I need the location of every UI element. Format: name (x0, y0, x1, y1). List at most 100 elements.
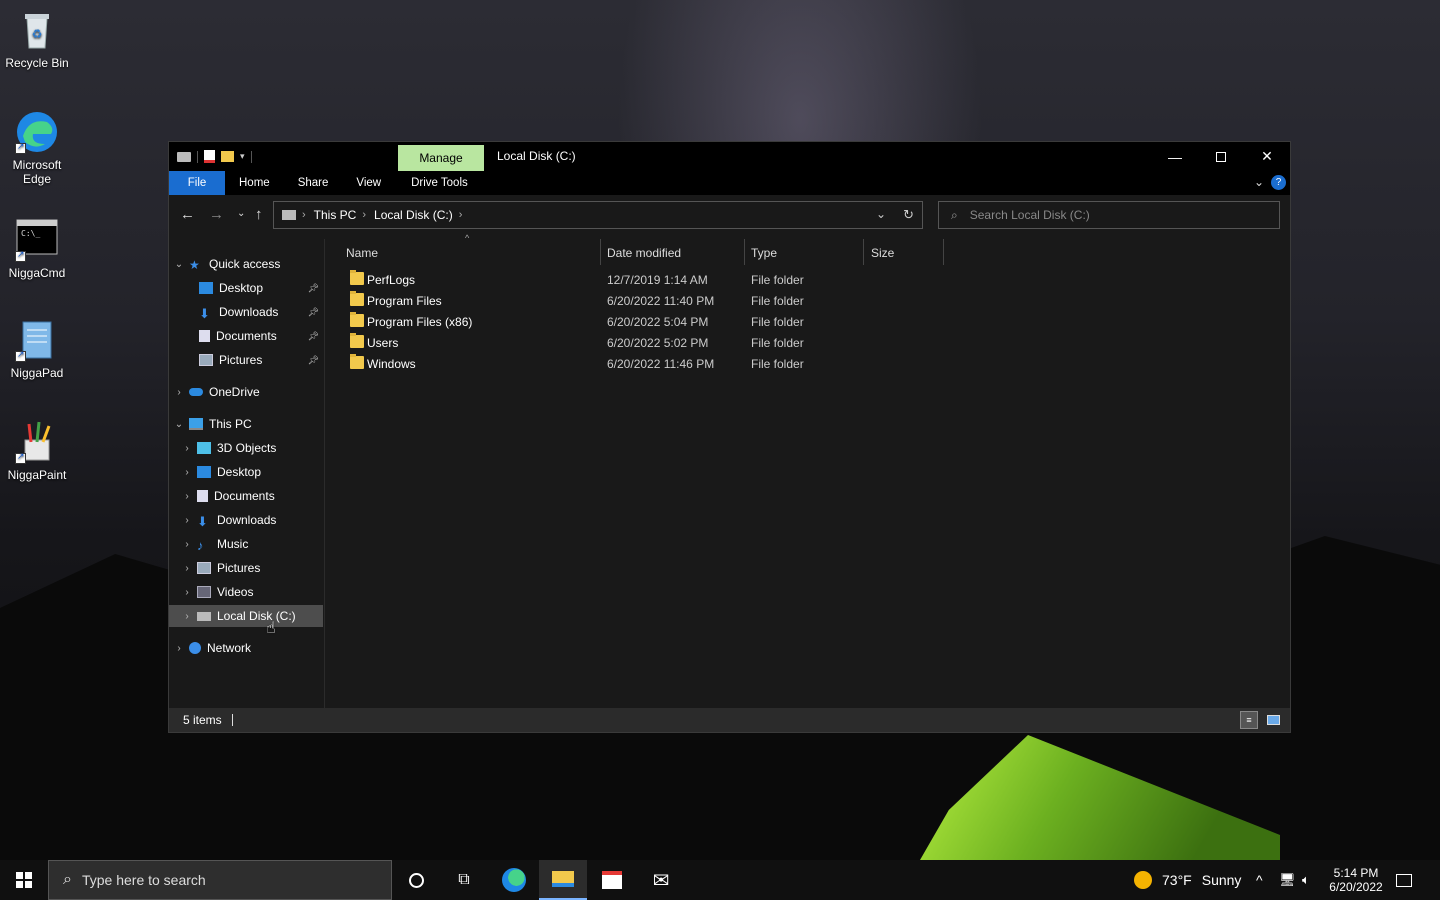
recent-locations-button[interactable]: ⌄ (237, 208, 245, 219)
nav-label: Desktop (219, 281, 264, 295)
breadcrumb-local-disk[interactable]: Local Disk (C:) (374, 208, 453, 222)
refresh-icon[interactable]: ↻ (903, 207, 914, 223)
expand-ribbon-icon[interactable]: ⌄ (1254, 175, 1264, 189)
taskbar-edge[interactable] (490, 860, 538, 900)
chevron-down-icon[interactable]: ⌄ (173, 259, 185, 270)
ribbon-tabs: File Home Share View Drive Tools ⌄ ? (169, 171, 1290, 195)
chevron-right-icon[interactable]: › (173, 387, 185, 398)
up-button[interactable]: ↑ (255, 206, 263, 223)
chevron-right-icon[interactable]: › (181, 467, 193, 478)
back-button[interactable]: ← (180, 206, 195, 223)
nav-pc-music[interactable]: › ♪ Music (169, 533, 323, 555)
taskbar-store[interactable] (588, 860, 636, 900)
maximize-button[interactable] (1198, 142, 1244, 171)
desktop-icon-recycle-bin[interactable]: ♻ Recycle Bin (0, 8, 74, 70)
file-list: ^ Name Date modified Type Size PerfLogs … (329, 233, 1290, 709)
customize-toolbar-icon[interactable]: ▾ (240, 151, 245, 162)
desktop-icon-niggacmd[interactable]: C:\_ NiggaCmd (0, 218, 74, 280)
nav-quick-documents[interactable]: Documents 📌︎ (169, 325, 323, 347)
title-bar[interactable]: ▾ Manage Local Disk (C:) — ✕ (169, 142, 1290, 171)
desktop-icon-niggapad[interactable]: NiggaPad (0, 318, 74, 380)
pin-icon[interactable]: 📌︎ (308, 355, 319, 366)
properties-icon[interactable] (204, 150, 215, 163)
tab-home[interactable]: Home (225, 171, 284, 195)
tab-view[interactable]: View (342, 171, 395, 195)
new-folder-icon[interactable] (221, 151, 234, 162)
weather-widget[interactable]: 73°F Sunny (1134, 860, 1241, 900)
large-icons-view-button[interactable] (1264, 711, 1282, 729)
pin-icon[interactable]: 📌︎ (308, 283, 319, 294)
nav-this-pc[interactable]: ⌄ This PC (169, 413, 323, 435)
chevron-right-icon[interactable]: › (181, 443, 193, 454)
address-dropdown-icon[interactable]: ⌄ (876, 207, 886, 221)
volume-button[interactable]: 🔈︎ (1302, 860, 1310, 900)
column-divider[interactable] (744, 239, 745, 265)
breadcrumb-this-pc[interactable]: This PC (314, 208, 357, 222)
file-type: File folder (751, 294, 804, 308)
manage-context-tab[interactable]: Manage (398, 145, 484, 171)
nav-onedrive[interactable]: › OneDrive (169, 381, 323, 403)
chevron-right-icon[interactable]: › (173, 643, 185, 654)
taskbar-mail[interactable]: ✉ (637, 860, 685, 900)
nav-pc-3d-objects[interactable]: › 3D Objects (169, 437, 323, 459)
task-view-button[interactable]: ⧉ (440, 860, 488, 900)
taskbar-search-input[interactable]: ⌕ Type here to search (48, 860, 392, 900)
column-header-name[interactable]: Name (346, 241, 378, 265)
nav-pc-documents[interactable]: › Documents (169, 485, 323, 507)
column-divider[interactable] (600, 239, 601, 265)
start-button[interactable] (0, 860, 48, 900)
help-icon[interactable]: ? (1271, 175, 1286, 190)
document-icon (197, 490, 208, 502)
cortana-button[interactable] (392, 860, 440, 900)
nav-pc-desktop[interactable]: › Desktop (169, 461, 323, 483)
pin-icon[interactable]: 📌︎ (308, 307, 319, 318)
file-row[interactable]: Windows 6/20/2022 11:46 PM File folder (329, 353, 829, 374)
action-center-button[interactable] (1396, 860, 1412, 900)
column-header-date-modified[interactable]: Date modified (607, 241, 681, 265)
forward-button[interactable]: → (209, 206, 224, 223)
show-hidden-icons-button[interactable]: ^ (1256, 860, 1263, 900)
nav-quick-downloads[interactable]: ⬇ Downloads 📌︎ (169, 301, 323, 323)
tab-share[interactable]: Share (284, 171, 343, 195)
clock[interactable]: 5:14 PM 6/20/2022 (1328, 860, 1384, 900)
file-row[interactable]: Users 6/20/2022 5:02 PM File folder (329, 332, 829, 353)
minimize-button[interactable]: — (1152, 142, 1198, 171)
chevron-right-icon[interactable]: › (181, 587, 193, 598)
chevron-right-icon[interactable]: › (181, 515, 193, 526)
close-button[interactable]: ✕ (1244, 142, 1290, 171)
volume-muted-icon: 🔈︎ (1302, 872, 1310, 887)
chevron-right-icon[interactable]: › (181, 539, 193, 550)
nav-network[interactable]: › Network (169, 637, 323, 659)
chevron-right-icon[interactable]: › (181, 563, 193, 574)
column-divider[interactable] (943, 239, 944, 265)
search-input[interactable]: ⌕ Search Local Disk (C:) (938, 201, 1280, 229)
file-row[interactable]: Program Files (x86) 6/20/2022 5:04 PM Fi… (329, 311, 829, 332)
chevron-right-icon[interactable]: › (181, 611, 193, 622)
tab-drive-tools[interactable]: Drive Tools (395, 171, 482, 195)
nav-quick-pictures[interactable]: Pictures 📌︎ (169, 349, 323, 371)
chevron-right-icon[interactable]: › (181, 491, 193, 502)
column-header-type[interactable]: Type (751, 241, 777, 265)
drive-icon (177, 151, 191, 162)
nav-quick-desktop[interactable]: Desktop 📌︎ (169, 277, 323, 299)
desktop-icon-microsoft-edge[interactable]: Microsoft Edge (0, 110, 74, 186)
network-status-button[interactable]: 🖥︎ (1279, 860, 1296, 900)
column-divider[interactable] (863, 239, 864, 265)
cloud-icon (189, 388, 203, 396)
desktop-icon-niggapaint[interactable]: NiggaPaint (0, 420, 74, 482)
nav-pc-pictures[interactable]: › Pictures (169, 557, 323, 579)
file-row[interactable]: PerfLogs 12/7/2019 1:14 AM File folder (329, 269, 829, 290)
nav-quick-access[interactable]: ⌄ ★ Quick access (169, 253, 323, 275)
tab-file[interactable]: File (169, 171, 225, 195)
pin-icon[interactable]: 📌︎ (308, 331, 319, 342)
column-header-size[interactable]: Size (871, 241, 894, 265)
nav-pc-local-disk[interactable]: › Local Disk (C:) (169, 605, 323, 627)
file-row[interactable]: Program Files 6/20/2022 11:40 PM File fo… (329, 290, 829, 311)
nav-pc-videos[interactable]: › Videos (169, 581, 323, 603)
details-view-button[interactable]: ≡ (1240, 711, 1258, 729)
taskbar-file-explorer[interactable] (539, 860, 587, 900)
address-bar[interactable]: › This PC › Local Disk (C:) › ⌄ ↻ (273, 201, 923, 229)
folder-icon (350, 270, 364, 285)
nav-pc-downloads[interactable]: › ⬇ Downloads (169, 509, 323, 531)
chevron-down-icon[interactable]: ⌄ (173, 419, 185, 430)
